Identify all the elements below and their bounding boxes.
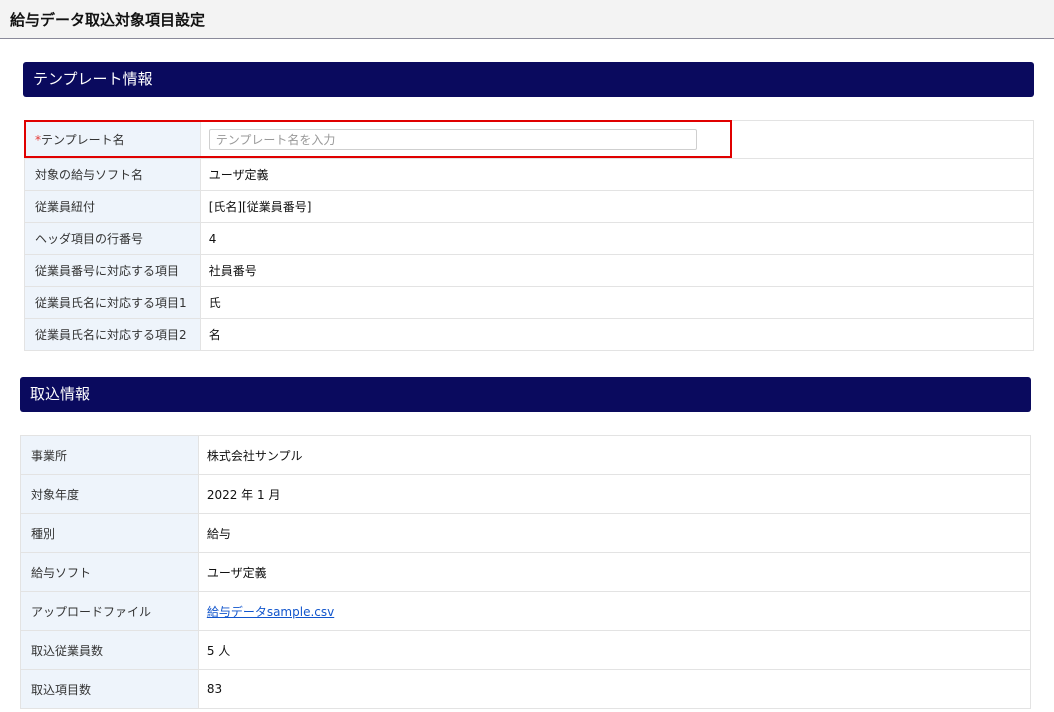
row-value: ユーザ定義	[199, 158, 1035, 191]
row-value: 給与	[197, 513, 1032, 553]
row-value: 4	[199, 222, 1035, 255]
table-row: 給与ソフト ユーザ定義	[20, 552, 1032, 592]
table-row-template-name: *テンプレート名	[24, 120, 1035, 159]
table-row: 従業員紐付 [氏名][従業員番号]	[24, 190, 1035, 223]
template-info-heading-text: テンプレート情報	[33, 70, 153, 88]
row-value: 2022 年 1 月	[197, 474, 1032, 514]
template-info-table: *テンプレート名 対象の給与ソフト名 ユーザ定義 従業員紐付 [氏名][従業員番…	[24, 120, 1035, 351]
import-info-table: 事業所 株式会社サンプル 対象年度 2022 年 1 月 種別 給与 給与ソフト…	[20, 435, 1032, 709]
row-label: 事業所	[20, 435, 199, 475]
page-title: 給与データ取込対象項目設定	[10, 11, 206, 29]
row-label: 従業員氏名に対応する項目1	[24, 286, 201, 319]
row-label: 従業員氏名に対応する項目2	[24, 318, 201, 351]
row-label: ヘッダ項目の行番号	[24, 222, 201, 255]
table-row: 対象の給与ソフト名 ユーザ定義	[24, 158, 1035, 191]
import-info-heading: 取込情報	[20, 377, 1031, 412]
template-name-label-cell: *テンプレート名	[24, 120, 201, 159]
import-info-heading-text: 取込情報	[30, 385, 91, 403]
row-value: 83	[197, 669, 1032, 709]
table-row: 対象年度 2022 年 1 月	[20, 474, 1032, 514]
table-row: 種別 給与	[20, 513, 1032, 553]
row-label: 取込従業員数	[20, 630, 199, 670]
table-row: 事業所 株式会社サンプル	[20, 435, 1032, 475]
row-label: 種別	[20, 513, 199, 553]
row-label: 対象の給与ソフト名	[24, 158, 201, 191]
table-row: 従業員氏名に対応する項目2 名	[24, 318, 1035, 351]
table-row: ヘッダ項目の行番号 4	[24, 222, 1035, 255]
row-value: 名	[199, 318, 1035, 351]
row-value-file: 給与データsample.csv	[197, 591, 1032, 631]
template-name-value-cell	[199, 120, 1035, 159]
page-header: 給与データ取込対象項目設定	[0, 0, 1054, 39]
table-row: 従業員氏名に対応する項目1 氏	[24, 286, 1035, 319]
template-name-input[interactable]	[208, 129, 697, 150]
row-label: 給与ソフト	[20, 552, 199, 592]
upload-file-link[interactable]: 給与データsample.csv	[207, 605, 334, 619]
table-row: アップロードファイル 給与データsample.csv	[20, 591, 1032, 631]
row-value: 株式会社サンプル	[197, 435, 1032, 475]
row-value: [氏名][従業員番号]	[199, 190, 1035, 223]
template-info-heading: テンプレート情報	[23, 62, 1034, 97]
template-name-label: テンプレート名	[41, 133, 125, 147]
row-label: 従業員紐付	[24, 190, 201, 223]
row-value: 氏	[199, 286, 1035, 319]
row-value: 5 人	[197, 630, 1032, 670]
row-label: 従業員番号に対応する項目	[24, 254, 201, 287]
row-value: 社員番号	[199, 254, 1035, 287]
table-row: 取込項目数 83	[20, 669, 1032, 709]
table-row: 取込従業員数 5 人	[20, 630, 1032, 670]
row-label: アップロードファイル	[20, 591, 199, 631]
row-label: 対象年度	[20, 474, 199, 514]
row-value: ユーザ定義	[197, 552, 1032, 592]
row-label: 取込項目数	[20, 669, 199, 709]
table-row: 従業員番号に対応する項目 社員番号	[24, 254, 1035, 287]
